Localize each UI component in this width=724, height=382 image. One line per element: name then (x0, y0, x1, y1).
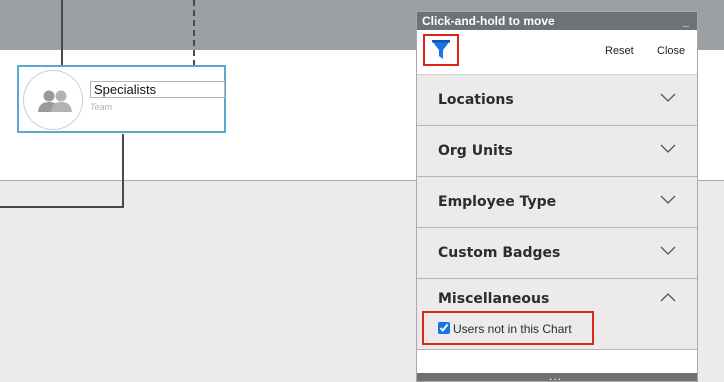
filter-button[interactable] (423, 34, 459, 66)
connector-line (61, 0, 63, 66)
team-name-field[interactable]: Specialists (90, 81, 225, 98)
section-label: Custom Badges (438, 245, 561, 261)
panel-title: Click-and-hold to move (422, 14, 555, 28)
connector-line-horizontal (0, 206, 124, 208)
section-org-units[interactable]: Org Units (417, 126, 697, 177)
option-label: Users not in this Chart (453, 322, 572, 336)
users-not-in-chart-option: Users not in this Chart (422, 311, 594, 345)
panel-drag-handle[interactable]: Click-and-hold to move _ (417, 12, 697, 30)
close-button[interactable]: Close (657, 45, 685, 57)
section-custom-badges[interactable]: Custom Badges (417, 228, 697, 279)
section-locations[interactable]: Locations (417, 75, 697, 126)
team-type-label: Team (90, 102, 113, 112)
minimize-button[interactable]: _ (682, 12, 689, 30)
team-node-card[interactable]: Specialists Team (17, 65, 226, 133)
people-icon (38, 90, 72, 112)
filter-panel: Click-and-hold to move _ Reset Close Loc… (416, 11, 698, 382)
connector-line-down (122, 134, 124, 208)
chevron-up-icon (660, 293, 676, 302)
chevron-down-icon (660, 195, 676, 204)
chevron-down-icon (660, 246, 676, 255)
filter-icon (432, 40, 450, 59)
team-avatar (23, 70, 83, 130)
filter-sections: Locations Org Units Employee Type Custom… (417, 74, 697, 350)
resize-handle[interactable]: ... (549, 370, 562, 381)
dashed-connector-line (193, 0, 195, 66)
users-not-in-chart-checkbox[interactable] (438, 322, 450, 334)
section-employee-type[interactable]: Employee Type (417, 177, 697, 228)
chevron-down-icon (660, 144, 676, 153)
section-label: Employee Type (438, 194, 557, 210)
section-label: Org Units (438, 143, 513, 159)
panel-toolbar: Reset Close (417, 30, 697, 74)
panel-footer: ... (417, 370, 697, 381)
section-miscellaneous[interactable]: Miscellaneous Users not in this Chart (417, 279, 697, 350)
section-label: Locations (438, 92, 514, 108)
reset-button[interactable]: Reset (605, 45, 634, 57)
chevron-down-icon (660, 93, 676, 102)
section-label: Miscellaneous (438, 291, 550, 307)
